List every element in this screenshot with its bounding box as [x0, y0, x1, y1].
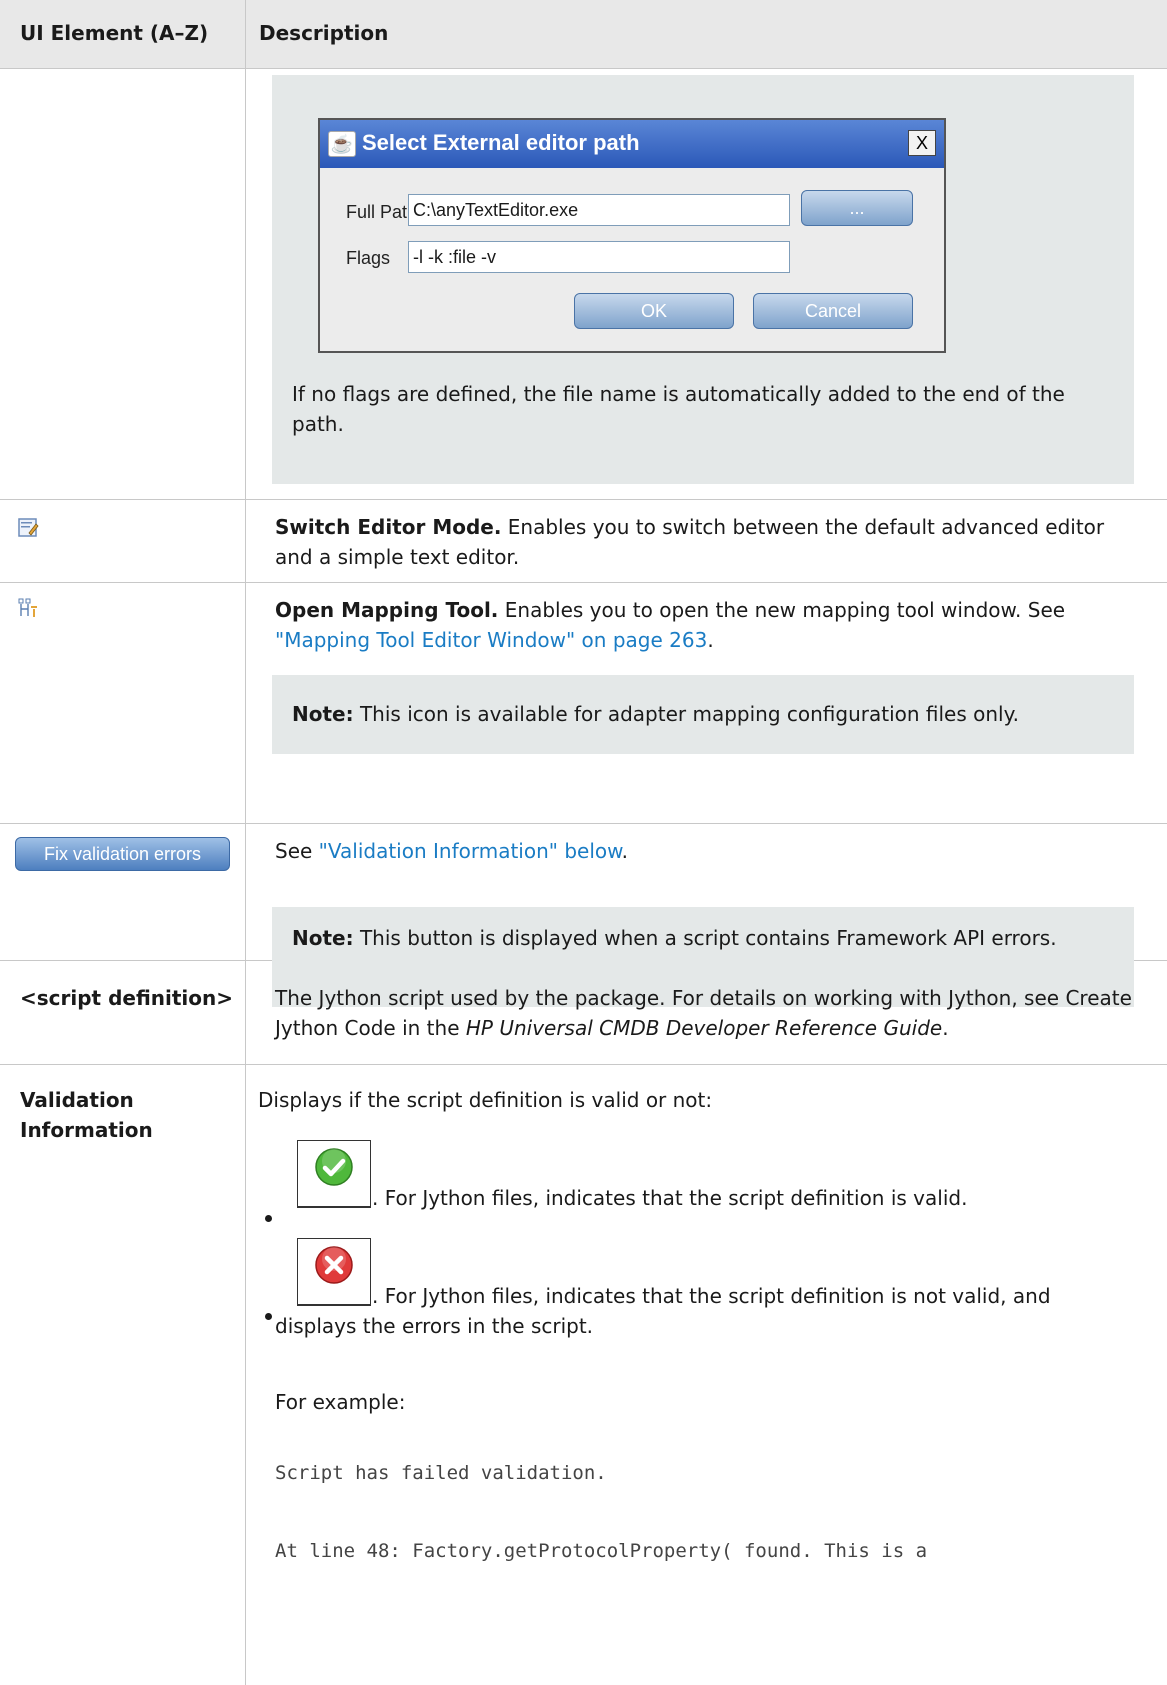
flags-field[interactable]: -l -k :file -v [408, 241, 790, 273]
row-text-end: . [942, 1016, 949, 1040]
full-path-label: Full Path [346, 202, 418, 222]
column-divider [245, 69, 246, 499]
column-divider [245, 583, 246, 823]
example-label: For example: [275, 1390, 406, 1414]
note-text-wrap: Note: This icon is available for adapter… [292, 699, 1019, 729]
valid-check-icon [315, 1148, 353, 1186]
bullet [265, 1215, 272, 1222]
java-icon: ☕ [328, 131, 356, 157]
valid-description: . For Jython files, indicates that the s… [372, 1186, 968, 1210]
table-row: Fix validation errors See "Validation In… [0, 824, 1167, 1007]
flags-label: Flags [346, 248, 391, 268]
row-description: Switch Editor Mode. Enables you to switc… [275, 512, 1135, 572]
header-description: Description [259, 21, 389, 45]
code-line: At line 48: Factory.getProtocolProperty(… [275, 1540, 928, 1562]
full-path-field[interactable]: C:\anyTextEditor.exe [408, 194, 790, 226]
row-intro: Displays if the script definition is val… [258, 1088, 713, 1112]
close-icon[interactable]: X [908, 130, 936, 156]
invalid-description: . For Jython files, indicates that the s… [275, 1284, 1051, 1338]
guide-title: HP Universal CMDB Developer Reference Gu… [465, 1016, 943, 1040]
column-divider [245, 0, 246, 68]
row-description: See "Validation Information" below. [275, 839, 628, 863]
dialog-title: Select External editor path [362, 130, 640, 155]
select-editor-dialog: ☕ Select External editor path X Full Pat… [318, 118, 946, 353]
column-divider [245, 824, 246, 960]
note-text: This button is displayed when a script c… [359, 926, 1057, 950]
header-ui-element: UI Element (A–Z) [20, 21, 209, 45]
mapping-tool-icon[interactable] [17, 597, 39, 619]
switch-editor-mode-icon[interactable] [17, 516, 39, 538]
note-text: This icon is available for adapter mappi… [359, 702, 1019, 726]
note-label: Note: [292, 926, 354, 950]
mapping-tool-link[interactable]: "Mapping Tool Editor Window" on page 263 [275, 628, 707, 652]
table-row: Open Mapping Tool. Enables you to open t… [0, 583, 1167, 824]
see-text: See [275, 839, 313, 863]
column-divider [245, 961, 246, 1064]
row-text: Enables you to open the new mapping tool… [504, 598, 1066, 622]
row-description: The Jython script used by the package. F… [275, 983, 1135, 1043]
row-description: Open Mapping Tool. Enables you to open t… [275, 598, 1066, 652]
element-name: <script definition> [20, 986, 234, 1010]
invalid-x-icon [315, 1246, 353, 1284]
note-box: Note: This icon is available for adapter… [272, 675, 1134, 754]
note-label: Note: [292, 702, 354, 726]
row-title: Open Mapping Tool. [275, 598, 499, 622]
table-row: Validation Information Displays if the s… [0, 1065, 1167, 1685]
row-title: Switch Editor Mode. [275, 515, 502, 539]
cancel-button[interactable]: Cancel [753, 293, 913, 329]
ok-button[interactable]: OK [574, 293, 734, 329]
valid-icon-frame [297, 1140, 371, 1208]
bullet [265, 1313, 272, 1320]
table-row: <script definition> The Jython script us… [0, 961, 1167, 1065]
column-divider [245, 1065, 246, 1685]
table-header: UI Element (A–Z) Description [0, 0, 1167, 69]
fix-validation-errors-button[interactable]: Fix validation errors [15, 837, 230, 871]
validation-information-link[interactable]: "Validation Information" below [319, 839, 622, 863]
code-line: Script has failed validation. [275, 1462, 607, 1484]
dialog-titlebar: ☕ Select External editor path X [320, 120, 944, 168]
column-divider [245, 500, 246, 582]
note-text-wrap: Note: This button is displayed when a sc… [292, 923, 1092, 953]
row-description: If no flags are defined, the file name i… [292, 382, 1065, 436]
browse-button[interactable]: ... [801, 190, 913, 226]
element-name: Validation Information [20, 1088, 153, 1142]
table-row: Switch Editor Mode. Enables you to switc… [0, 500, 1167, 583]
